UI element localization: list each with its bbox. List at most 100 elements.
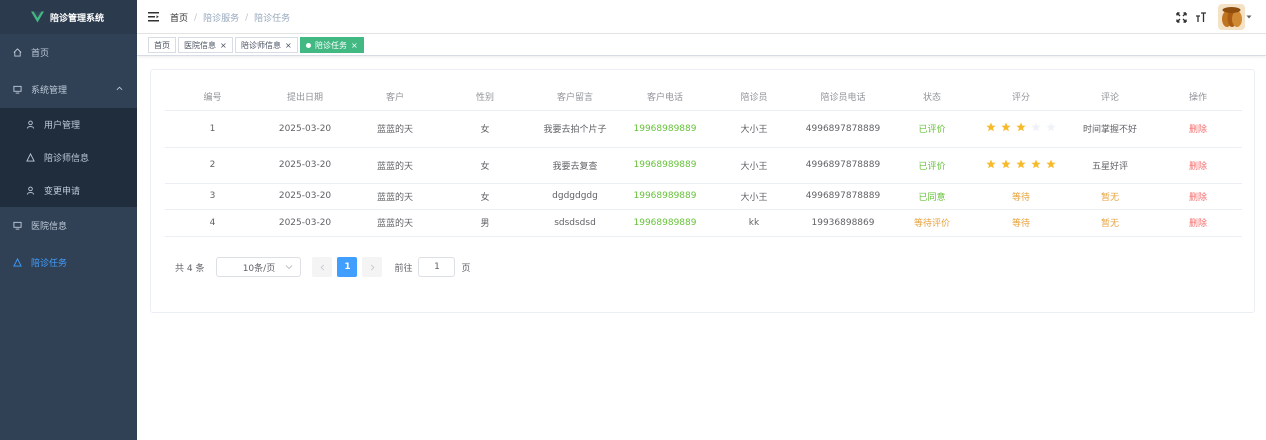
pagination-total: 共 4 条 — [175, 263, 205, 274]
cell-status: 已评价 — [888, 147, 976, 184]
delete-button[interactable]: 删除 — [1154, 147, 1242, 184]
sidebar-item-tasks[interactable]: 陪诊任务 — [0, 244, 137, 281]
page-number-button[interactable]: 1 — [337, 257, 358, 277]
cell-date: 2025-03-20 — [260, 147, 350, 184]
delete-button[interactable]: 删除 — [1154, 110, 1242, 148]
star-filled-icon — [1046, 159, 1056, 168]
tag-escorts[interactable]: 陪诊师信息 × — [235, 37, 298, 53]
sidebar-item-label: 陪诊师信息 — [44, 154, 90, 164]
star-empty-icon — [1031, 122, 1041, 132]
breadcrumb-separator: / — [194, 12, 198, 23]
sidebar-item-home[interactable]: 首页 — [0, 34, 137, 71]
active-dot-icon — [306, 42, 311, 48]
col-header-date: 提出日期 — [260, 84, 350, 111]
delete-button[interactable]: 删除 — [1154, 209, 1242, 237]
col-header-gender: 性别 — [440, 84, 530, 111]
sidebar-item-system[interactable]: 系统管理 — [0, 71, 137, 108]
col-header-message: 客户留言 — [530, 84, 620, 111]
cell-rating — [976, 110, 1066, 148]
tag-label: 陪诊任务 — [315, 40, 347, 50]
vue-logo-icon — [31, 11, 44, 23]
breadcrumb-service: 陪诊服务 — [203, 14, 240, 24]
app-title: 陪诊管理系统 — [50, 13, 105, 24]
app-root: 陪诊管理系统 首页 系统管理 用户管理 陪诊师信息 变更申请 医院信息 陪诊任务… — [0, 0, 1266, 440]
cell-gender: 女 — [440, 183, 530, 210]
sidebar-item-hospitals[interactable]: 医院信息 — [0, 207, 137, 244]
star-filled-icon — [986, 159, 996, 168]
chevron-down-icon — [286, 265, 293, 270]
cell-phone: 19968989889 — [620, 183, 710, 210]
star-filled-icon — [1001, 159, 1011, 168]
page-size-value: 10条/页 — [242, 263, 276, 274]
navbar: 首页 / 陪诊服务 / 陪诊任务 — [137, 0, 1266, 34]
star-filled-icon — [1001, 122, 1011, 132]
sidebar-item-users[interactable]: 用户管理 — [0, 108, 137, 141]
cell-date: 2025-03-20 — [260, 110, 350, 148]
tag-hospitals[interactable]: 医院信息 × — [178, 37, 233, 53]
cell-comment: 暂无 — [1066, 209, 1154, 237]
cell-id: 4 — [165, 209, 260, 237]
hamburger-icon[interactable] — [148, 12, 159, 22]
cell-rating: 等待 — [976, 209, 1066, 237]
caret-down-icon[interactable] — [1246, 14, 1252, 20]
sidebar-item-escorts[interactable]: 陪诊师信息 — [0, 141, 137, 174]
tag-tasks[interactable]: 陪诊任务 × — [300, 37, 364, 53]
cell-status: 已评价 — [888, 110, 976, 148]
tag-label: 首页 — [154, 40, 170, 50]
table-row: 1 2025-03-20 蓝蓝的天 女 我要去拍个片子 19968989889 … — [165, 110, 1242, 148]
star-filled-icon — [986, 122, 996, 132]
task-table-card: 编号 提出日期 客户 性别 客户留言 客户电话 陪诊员 陪诊员电话 状态 评分 … — [150, 69, 1255, 313]
fullscreen-icon[interactable] — [1175, 11, 1187, 23]
col-header-customer: 客户 — [350, 84, 440, 111]
close-icon[interactable]: × — [285, 41, 292, 50]
sidebar-item-change-requests[interactable]: 变更申请 — [0, 174, 137, 207]
cell-id: 1 — [165, 110, 260, 148]
page-suffix-label: 页 — [461, 263, 471, 274]
close-icon[interactable]: × — [351, 41, 358, 50]
cell-date: 2025-03-20 — [260, 183, 350, 210]
col-header-action: 操作 — [1154, 84, 1242, 111]
cell-gender: 女 — [440, 147, 530, 184]
tag-label: 陪诊师信息 — [241, 40, 281, 50]
tags-view: 首页 医院信息 × 陪诊师信息 × 陪诊任务 × — [137, 34, 1266, 56]
cell-customer: 蓝蓝的天 — [350, 110, 440, 148]
chevron-up-icon — [116, 86, 123, 91]
page-size-select[interactable]: 10条/页 — [216, 257, 302, 277]
table-header-row: 编号 提出日期 客户 性别 客户留言 客户电话 陪诊员 陪诊员电话 状态 评分 … — [165, 84, 1242, 111]
sidebar-logo[interactable]: 陪诊管理系统 — [0, 0, 137, 34]
cell-rating — [976, 147, 1066, 184]
cell-customer: 蓝蓝的天 — [350, 209, 440, 237]
font-size-icon[interactable] — [1195, 11, 1207, 23]
delete-button[interactable]: 删除 — [1154, 183, 1242, 210]
cell-customer: 蓝蓝的天 — [350, 147, 440, 184]
prev-page-button[interactable] — [312, 257, 333, 277]
sidebar-item-label: 陪诊任务 — [31, 259, 68, 269]
cell-message: 我要去复查 — [530, 147, 620, 184]
cell-id: 2 — [165, 147, 260, 184]
sidebar-submenu-system: 用户管理 陪诊师信息 变更申请 — [0, 108, 137, 207]
star-empty-icon — [1046, 122, 1056, 132]
table-row: 2 2025-03-20 蓝蓝的天 女 我要去复查 19968989889 大小… — [165, 147, 1242, 184]
star-filled-icon — [1016, 122, 1026, 132]
rating-stars — [986, 159, 1056, 169]
cell-escort: 大小王 — [710, 183, 798, 210]
cell-escort-phone: 19936898869 — [798, 209, 888, 237]
home-icon — [12, 48, 22, 58]
cell-phone: 19968989889 — [620, 110, 710, 148]
col-header-escort-phone: 陪诊员电话 — [798, 84, 888, 111]
monitor-icon — [12, 85, 22, 95]
col-header-status: 状态 — [888, 84, 976, 111]
cell-escort: kk — [710, 209, 798, 237]
cell-rating: 等待 — [976, 183, 1066, 210]
avatar[interactable] — [1218, 4, 1245, 30]
breadcrumb: 首页 / 陪诊服务 / 陪诊任务 — [170, 11, 290, 25]
cell-escort-phone: 4996897878889 — [798, 183, 888, 210]
close-icon[interactable]: × — [220, 41, 227, 50]
goto-page-input[interactable] — [418, 257, 456, 277]
next-page-button[interactable] — [362, 257, 383, 277]
tag-home[interactable]: 首页 — [148, 37, 176, 53]
user-icon — [25, 120, 35, 130]
breadcrumb-home[interactable]: 首页 — [170, 11, 188, 24]
cell-escort: 大小王 — [710, 110, 798, 148]
chevron-right-icon — [370, 264, 375, 270]
